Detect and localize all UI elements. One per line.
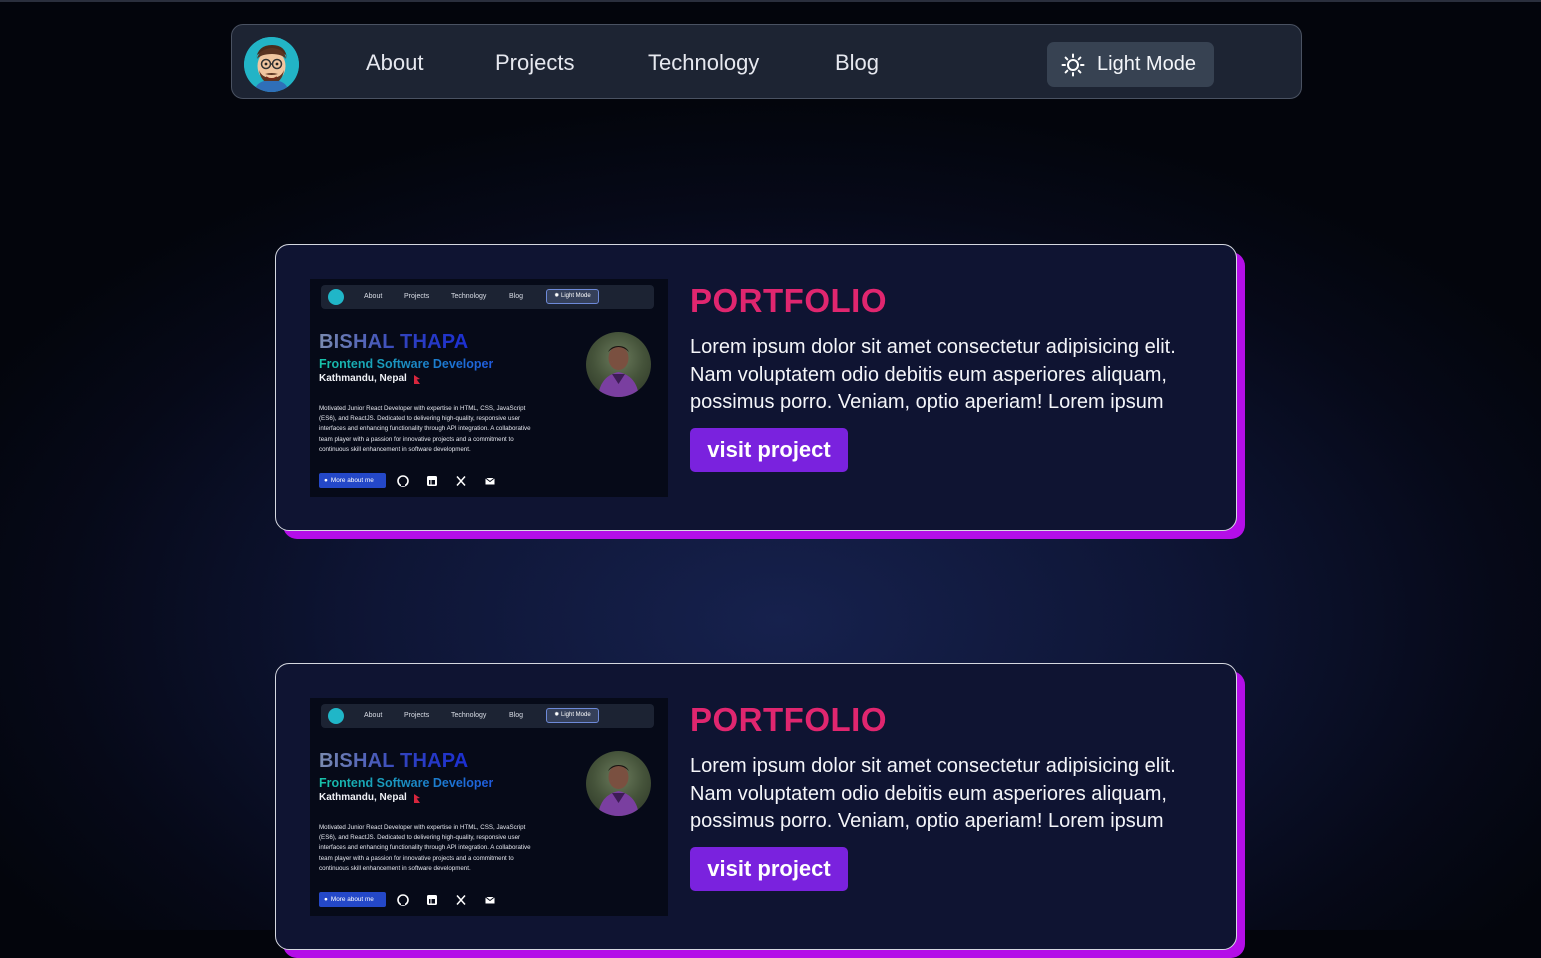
preview-name: BISHAL THAPA [319, 750, 469, 772]
preview-more-button: ● More about me [319, 473, 386, 488]
top-edge-line [0, 0, 1541, 2]
preview-nav-link: About [364, 293, 383, 300]
preview-profile-photo [586, 751, 651, 816]
preview-nav-link: Projects [404, 293, 430, 300]
preview-name: BISHAL THAPA [319, 331, 469, 353]
project-card: About Projects Technology Blog ✹ Light M… [275, 244, 1237, 531]
person-icon: ● [324, 477, 328, 484]
nav-link-blog[interactable]: Blog [835, 50, 879, 76]
preview-nav-link: About [364, 712, 383, 719]
preview-role: Frontend Software Developer [319, 776, 494, 790]
github-icon [397, 475, 409, 487]
linkedin-icon [427, 476, 437, 486]
project-card: About Projects Technology Blog ✹ Light M… [275, 663, 1237, 950]
preview-nav-link: Projects [404, 712, 430, 719]
nav-link-about[interactable]: About [366, 50, 424, 76]
preview-bio: Motivated Junior React Developer with ex… [319, 405, 531, 453]
avatar[interactable] [244, 37, 299, 92]
preview-profile-photo [586, 332, 651, 397]
preview-navbar: About Projects Technology Blog ✹ Light M… [321, 285, 654, 309]
preview-location: Kathmandu, Nepal [319, 792, 407, 803]
preview-bio: Motivated Junior React Developer with ex… [319, 824, 531, 872]
theme-toggle-label: Light Mode [1097, 53, 1196, 75]
linkedin-icon [427, 895, 437, 905]
preview-more-label: More about me [330, 896, 374, 903]
github-icon [397, 894, 409, 906]
nepal-flag-icon [414, 794, 420, 803]
preview-navbar: About Projects Technology Blog ✹ Light M… [321, 704, 654, 728]
nav-link-projects[interactable]: Projects [495, 50, 574, 76]
project-description: Lorem ipsum dolor sit amet consectetur a… [690, 336, 1176, 413]
project-description: Lorem ipsum dolor sit amet consectetur a… [690, 755, 1176, 832]
mail-icon [485, 896, 495, 904]
preview-avatar [328, 708, 344, 724]
preview-theme-button: ✹ Light Mode [546, 289, 599, 304]
preview-theme-label: Light Mode [561, 712, 591, 718]
x-icon [456, 895, 466, 905]
nepal-flag-icon [414, 375, 420, 384]
navbar: About Projects Technology Blog Light Mod… [231, 24, 1302, 99]
project-title: PORTFOLIO [690, 701, 887, 738]
preview-location: Kathmandu, Nepal [319, 373, 407, 384]
visit-project-button[interactable]: visit project [690, 428, 848, 472]
mail-icon [485, 477, 495, 485]
preview-avatar [328, 289, 344, 305]
cartoon-avatar-icon [244, 37, 299, 92]
theme-toggle-button[interactable]: Light Mode [1047, 42, 1214, 87]
preview-theme-button: ✹ Light Mode [546, 708, 599, 723]
preview-nav-link: Blog [509, 712, 524, 719]
visit-project-button[interactable]: visit project [690, 847, 848, 891]
preview-theme-label: Light Mode [561, 293, 591, 299]
nav-link-technology[interactable]: Technology [648, 50, 759, 76]
x-icon [456, 476, 466, 486]
project-preview-image[interactable]: About Projects Technology Blog ✹ Light M… [310, 698, 668, 916]
preview-more-button: ● More about me [319, 892, 386, 907]
project-title: PORTFOLIO [690, 282, 887, 319]
preview-nav-link: Technology [451, 712, 487, 719]
sun-icon [1061, 53, 1085, 77]
preview-role: Frontend Software Developer [319, 357, 494, 371]
preview-more-label: More about me [330, 477, 374, 484]
preview-nav-link: Technology [451, 293, 487, 300]
project-preview-image[interactable]: About Projects Technology Blog ✹ Light M… [310, 279, 668, 497]
person-icon: ● [324, 896, 328, 903]
preview-nav-link: Blog [509, 293, 524, 300]
